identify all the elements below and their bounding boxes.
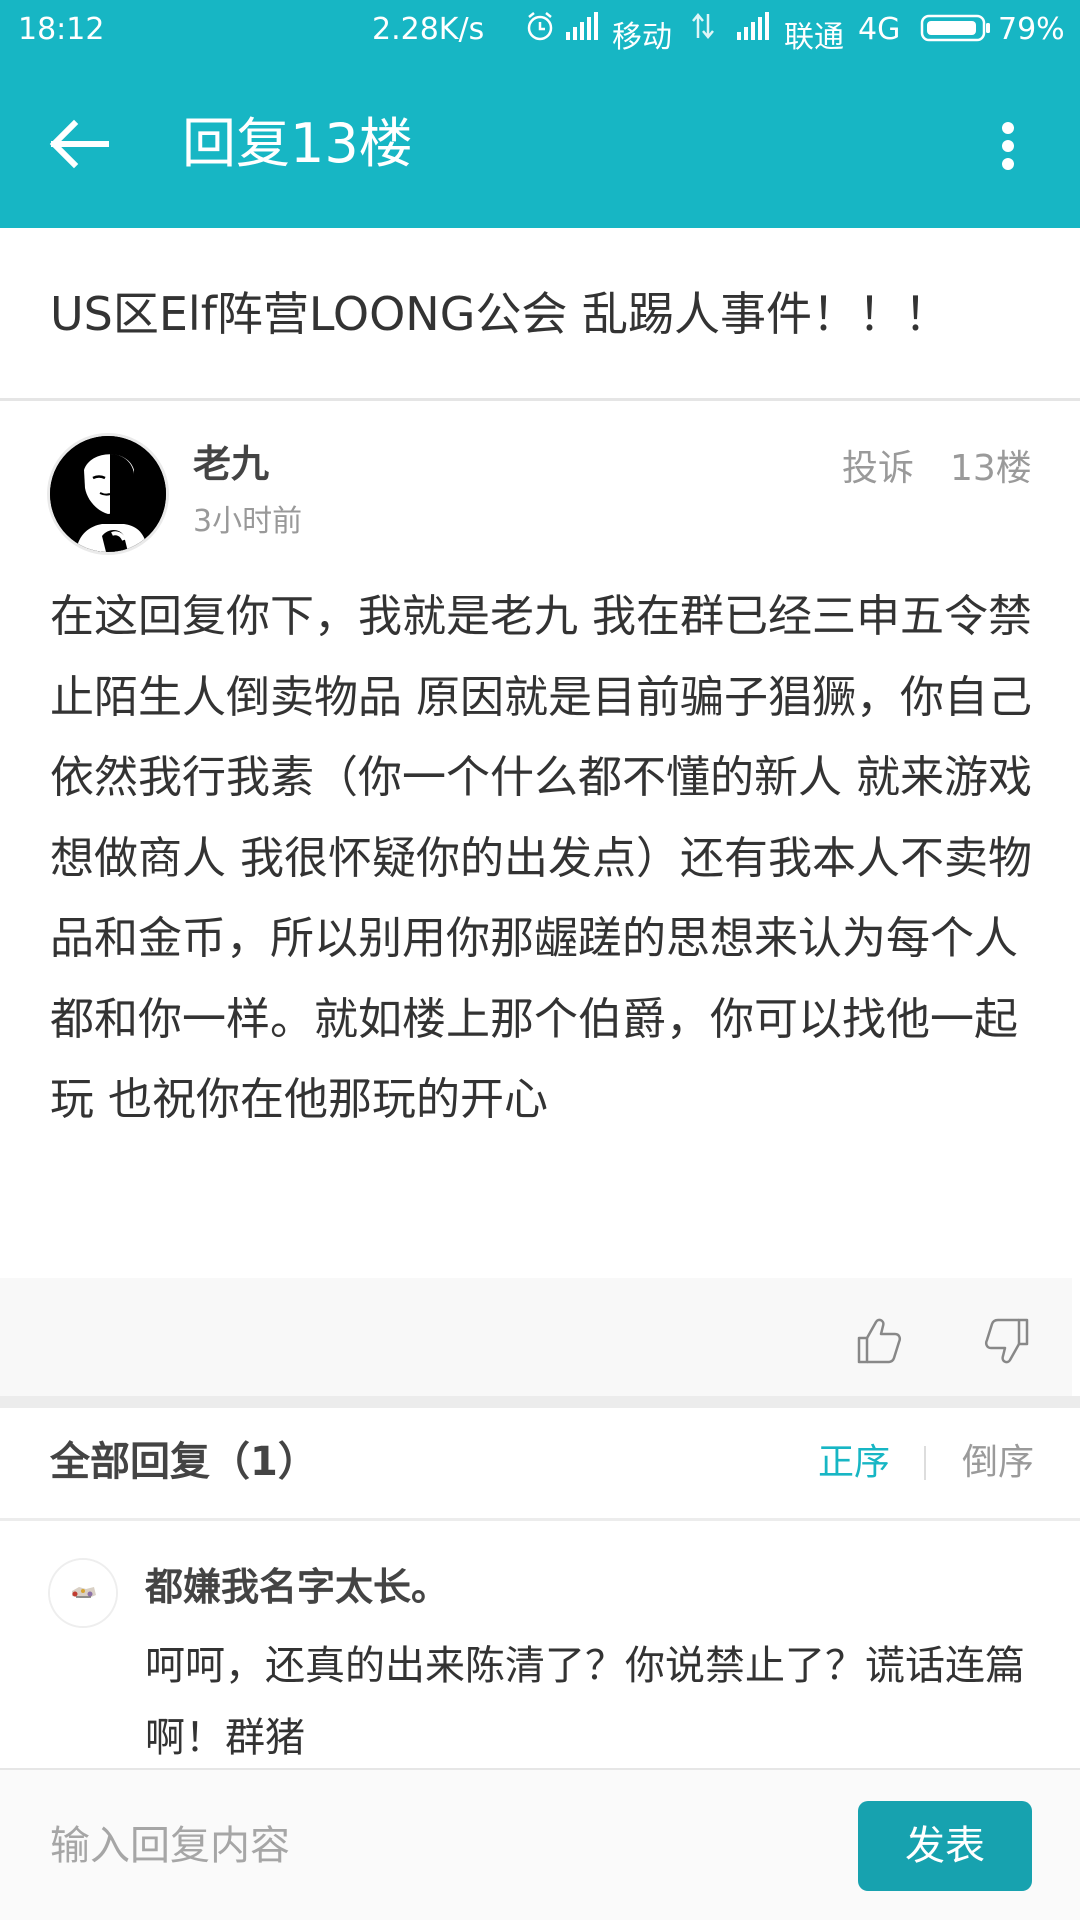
- replies-heading: 全部回复（1）: [50, 1439, 318, 1485]
- dislike-button[interactable]: [980, 1314, 1034, 1368]
- alarm-icon: [527, 12, 553, 41]
- status-carrier-2: 联通: [784, 20, 844, 55]
- signal-icon: [566, 12, 598, 40]
- publish-button[interactable]: 发表: [858, 1801, 1032, 1891]
- post-time: 3小时前: [193, 504, 303, 539]
- like-button[interactable]: [852, 1314, 906, 1368]
- section-divider: [0, 1396, 1080, 1408]
- divider: [0, 398, 1080, 401]
- sort-separator: [924, 1446, 926, 1480]
- reply-avatar[interactable]: [50, 1560, 116, 1626]
- avatar[interactable]: [50, 436, 166, 552]
- reaction-bar: [0, 1278, 1072, 1396]
- reply-input[interactable]: [50, 1806, 810, 1886]
- status-carrier-1: 移动: [612, 20, 672, 55]
- status-bar: 18:12 2.28K/s 移动 联通 4G 79%: [0, 0, 1080, 62]
- page-title: 回复13楼: [182, 112, 413, 175]
- arrow-left-icon: [49, 119, 109, 169]
- thumbs-down-icon: [984, 1318, 1029, 1364]
- thumbs-up-icon: [857, 1318, 902, 1364]
- report-button[interactable]: 投诉: [842, 445, 914, 493]
- post-author[interactable]: 老九: [193, 438, 269, 490]
- app-header: 18:12 2.28K/s 移动 联通 4G 79% 回复13楼: [0, 0, 1080, 228]
- status-network-type: 4G: [858, 12, 901, 47]
- signal-icon: [737, 12, 769, 40]
- back-button[interactable]: [40, 110, 128, 178]
- status-time: 18:12: [18, 12, 105, 47]
- sort-ascending-tab[interactable]: 正序: [818, 1437, 890, 1489]
- status-net-speed: 2.28K/s: [372, 12, 485, 47]
- sort-descending-tab[interactable]: 倒序: [962, 1437, 1034, 1489]
- battery-icon: [920, 14, 990, 42]
- divider: [0, 1518, 1080, 1521]
- more-vertical-icon: [1002, 122, 1014, 170]
- thread-title[interactable]: US区Elf阵营LOONG公会 乱踢人事件！！！: [50, 282, 950, 346]
- post-body: 在这回复你下，我就是老九 我在群已经三申五令禁止陌生人倒卖物品 原因就是目前骗子…: [50, 591, 1032, 1125]
- floor-label: 13楼: [950, 448, 1032, 489]
- status-battery-percent: 79%: [998, 12, 1065, 47]
- more-options-button[interactable]: [982, 112, 1034, 180]
- reply-author[interactable]: 都嫌我名字太长。: [145, 1562, 449, 1612]
- data-arrows-icon: [692, 13, 714, 39]
- reply-body: 呵呵，还真的出来陈清了？你说禁止了？谎话连篇啊！群猪: [145, 1643, 1025, 1761]
- reply-avatar-image: [50, 1560, 116, 1626]
- avatar-image: [50, 436, 166, 552]
